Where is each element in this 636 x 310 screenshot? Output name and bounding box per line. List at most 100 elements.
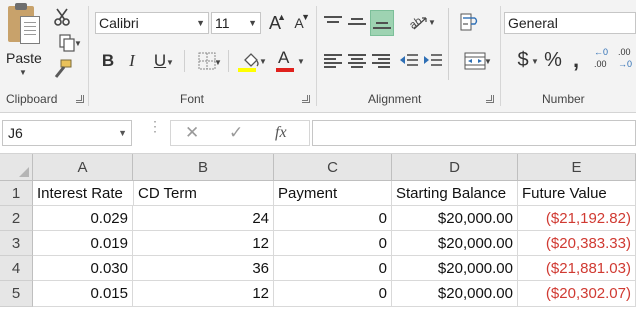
select-all-button[interactable] xyxy=(0,154,33,181)
currency-icon: $ xyxy=(517,48,529,71)
increase-decimal-button[interactable]: ←0 .00 xyxy=(594,46,616,76)
bottom-align-button[interactable] xyxy=(370,10,394,36)
font-launcher-icon[interactable] xyxy=(302,95,310,103)
number-format-combo[interactable]: General xyxy=(504,12,636,34)
align-center-button[interactable] xyxy=(346,49,368,73)
wrap-text-icon xyxy=(460,13,478,31)
cut-icon xyxy=(54,8,70,26)
cell-b3[interactable]: 12 xyxy=(133,231,274,256)
chevron-down-icon: ▼ xyxy=(166,58,174,67)
align-center-icon xyxy=(348,54,366,68)
cell-d1[interactable]: Starting Balance xyxy=(392,181,518,206)
cell-c4[interactable]: 0 xyxy=(274,256,392,281)
fill-color-button[interactable]: ▼ xyxy=(234,47,268,75)
cell-c2[interactable]: 0 xyxy=(274,206,392,231)
paste-label: Paste xyxy=(6,50,42,66)
worksheet-grid: A B C D E 1 Interest Rate CD Term Paymen… xyxy=(0,153,636,310)
cell-b2[interactable]: 24 xyxy=(133,206,274,231)
wrap-text-button[interactable] xyxy=(456,10,482,34)
top-align-button[interactable] xyxy=(322,10,344,34)
format-painter-button[interactable] xyxy=(50,58,74,80)
number-label: Number xyxy=(542,92,585,106)
cancel-icon[interactable]: ✕ xyxy=(185,123,199,143)
font-size-combo[interactable]: 11 ▼ xyxy=(211,12,261,34)
cell-b1[interactable]: CD Term xyxy=(133,181,274,206)
cell-e5[interactable]: ($20,302.07) xyxy=(518,281,636,307)
align-left-button[interactable] xyxy=(322,49,344,73)
italic-button[interactable]: I xyxy=(122,49,142,73)
decrease-indent-button[interactable] xyxy=(398,49,420,73)
cell-a4[interactable]: 0.030 xyxy=(33,256,133,281)
chevron-down-icon: ▼ xyxy=(259,57,267,66)
cell-a2[interactable]: 0.029 xyxy=(33,206,133,231)
chevron-down-icon: ▼ xyxy=(214,58,222,67)
increase-indent-button[interactable] xyxy=(422,49,444,73)
borders-button[interactable]: ▼ xyxy=(190,49,224,73)
column-header-a[interactable]: A xyxy=(33,154,133,181)
column-header-b[interactable]: B xyxy=(133,154,274,181)
underline-button[interactable]: U ▼ xyxy=(146,49,174,73)
row-header[interactable]: 3 xyxy=(0,231,33,256)
row-header[interactable]: 5 xyxy=(0,281,33,307)
cell-a1[interactable]: Interest Rate xyxy=(33,181,133,206)
font-name-value: Calibri xyxy=(99,15,139,31)
name-box[interactable]: J6 ▼ xyxy=(2,120,132,146)
cell-d2[interactable]: $20,000.00 xyxy=(392,206,518,231)
comma-icon: , xyxy=(572,47,580,72)
cell-a5[interactable]: 0.015 xyxy=(33,281,133,307)
cell-c5[interactable]: 0 xyxy=(274,281,392,307)
cell-e2[interactable]: ($21,192.82) xyxy=(518,206,636,231)
middle-align-icon xyxy=(348,15,366,29)
orientation-button[interactable]: ab ▼ xyxy=(400,10,438,34)
cell-e4[interactable]: ($21,881.03) xyxy=(518,256,636,281)
cell-d4[interactable]: $20,000.00 xyxy=(392,256,518,281)
cell-b4[interactable]: 36 xyxy=(133,256,274,281)
number-group: General $ ▼ % , ←0 .00 .00 →0 Number xyxy=(500,0,636,113)
orientation-icon: ab xyxy=(408,15,427,32)
middle-align-button[interactable] xyxy=(346,10,368,34)
row-header[interactable]: 1 xyxy=(0,181,33,206)
row-header[interactable]: 4 xyxy=(0,256,33,281)
decrease-decimal-button[interactable]: .00 →0 xyxy=(618,46,636,76)
accounting-format-button[interactable]: $ ▼ xyxy=(506,47,540,73)
cell-d5[interactable]: $20,000.00 xyxy=(392,281,518,307)
shrink-font-button[interactable]: A ▼ xyxy=(288,12,310,34)
copy-button[interactable]: ▼ xyxy=(50,32,84,54)
cell-d3[interactable]: $20,000.00 xyxy=(392,231,518,256)
cell-b5[interactable]: 12 xyxy=(133,281,274,307)
grow-font-button[interactable]: A ▲ xyxy=(264,12,286,34)
merge-center-button[interactable]: ▼ xyxy=(456,49,494,73)
cell-e3[interactable]: ($20,383.33) xyxy=(518,231,636,256)
column-header-d[interactable]: D xyxy=(392,154,518,181)
percent-style-button[interactable]: % xyxy=(542,47,564,73)
align-right-button[interactable] xyxy=(370,49,392,73)
cell-a3[interactable]: 0.019 xyxy=(33,231,133,256)
clipboard-launcher-icon[interactable] xyxy=(76,95,84,103)
chevron-down-icon: ▼ xyxy=(531,57,539,66)
cell-c3[interactable]: 0 xyxy=(274,231,392,256)
formula-input[interactable] xyxy=(312,120,636,146)
chevron-down-icon: ▼ xyxy=(74,39,82,48)
font-name-combo[interactable]: Calibri ▼ xyxy=(95,12,209,34)
chevron-down-icon: ▼ xyxy=(248,18,257,28)
row-header[interactable]: 2 xyxy=(0,206,33,231)
name-box-value: J6 xyxy=(8,125,23,141)
enter-icon[interactable]: ✓ xyxy=(229,123,243,143)
bold-button[interactable]: B xyxy=(98,49,118,73)
clipboard-label: Clipboard xyxy=(6,92,58,106)
decrease-indent-icon xyxy=(400,54,418,66)
font-color-button[interactable]: A ▼ xyxy=(272,47,306,75)
column-header-c[interactable]: C xyxy=(274,154,392,181)
font-color-icon: A xyxy=(278,48,290,67)
paste-button[interactable]: Paste ▼ xyxy=(0,0,46,77)
comma-style-button[interactable]: , xyxy=(566,47,586,73)
formula-bar-resize-handle[interactable]: ⋮ xyxy=(148,119,162,133)
align-right-icon xyxy=(372,54,390,68)
cut-button[interactable] xyxy=(50,6,74,28)
column-header-e[interactable]: E xyxy=(518,154,636,181)
cell-c1[interactable]: Payment xyxy=(274,181,392,206)
insert-function-icon[interactable]: fx xyxy=(275,124,287,142)
cell-e1[interactable]: Future Value xyxy=(518,181,636,206)
alignment-launcher-icon[interactable] xyxy=(486,95,494,103)
bottom-align-icon xyxy=(373,16,391,30)
